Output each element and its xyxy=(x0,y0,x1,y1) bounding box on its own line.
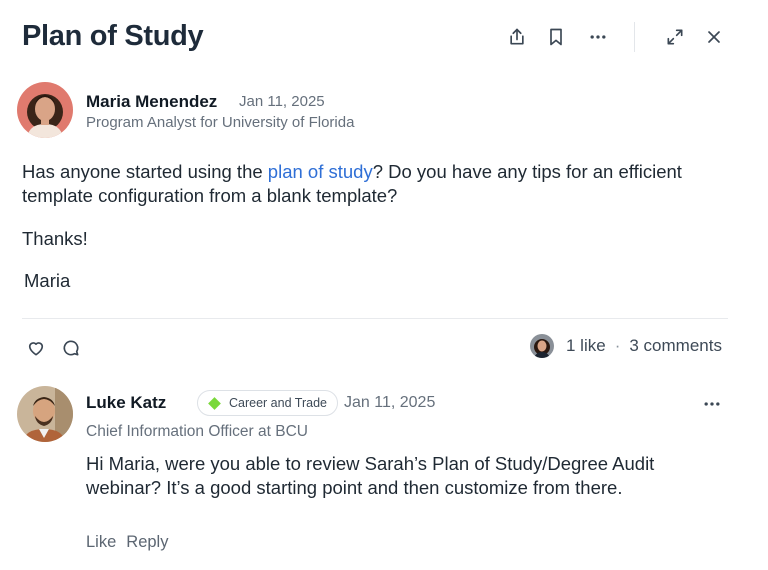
post-signature: Maria xyxy=(24,270,71,291)
like-button[interactable]: Like xyxy=(86,533,116,552)
comment-date: Jan 11, 2025 xyxy=(344,394,436,411)
header-divider xyxy=(634,22,635,52)
post-thanks: Thanks! xyxy=(22,228,88,249)
plan-of-study-link[interactable]: plan of study xyxy=(268,161,373,182)
close-icon[interactable] xyxy=(701,24,727,50)
maria-avatar[interactable] xyxy=(17,82,73,138)
page-title: Plan of Study xyxy=(22,20,204,52)
comments-count[interactable]: 3 comments xyxy=(629,336,722,356)
post-author-name[interactable]: Maria Menendez xyxy=(86,92,217,112)
career-trade-badge[interactable]: Career and Trade xyxy=(197,390,338,416)
reply-button[interactable]: Reply xyxy=(126,533,168,552)
bookmark-icon[interactable] xyxy=(543,24,569,50)
luke-avatar[interactable] xyxy=(17,386,73,442)
comment-body: Hi Maria, were you able to review Sarah’… xyxy=(86,453,655,498)
comment-author-name[interactable]: Luke Katz xyxy=(86,393,166,413)
post-body: Has anyone started using the plan of stu… xyxy=(22,160,722,208)
comment-more-icon[interactable] xyxy=(700,392,724,416)
share-icon[interactable] xyxy=(504,24,530,50)
comment-icon[interactable] xyxy=(59,336,83,360)
likes-count[interactable]: 1 like xyxy=(566,336,606,356)
comment-author-role: Chief Information Officer at BCU xyxy=(86,423,308,440)
expand-icon[interactable] xyxy=(662,24,688,50)
badge-label: Career and Trade xyxy=(229,396,327,410)
post-header: Plan of Study xyxy=(0,0,768,76)
heart-icon[interactable] xyxy=(24,336,48,360)
post-date: Jan 11, 2025 xyxy=(239,93,325,110)
comment-actions: Like Reply xyxy=(86,533,178,552)
liker-avatar[interactable] xyxy=(530,334,554,358)
divider xyxy=(22,318,728,319)
stats-separator: · xyxy=(614,336,621,355)
post-author-role: Program Analyst for University of Florid… xyxy=(86,114,355,131)
post-stats: 1 like · 3 comments xyxy=(530,333,722,359)
post-body-text-1: Has anyone started using the xyxy=(22,161,268,182)
diamond-icon xyxy=(208,396,221,410)
more-icon[interactable] xyxy=(585,24,611,50)
